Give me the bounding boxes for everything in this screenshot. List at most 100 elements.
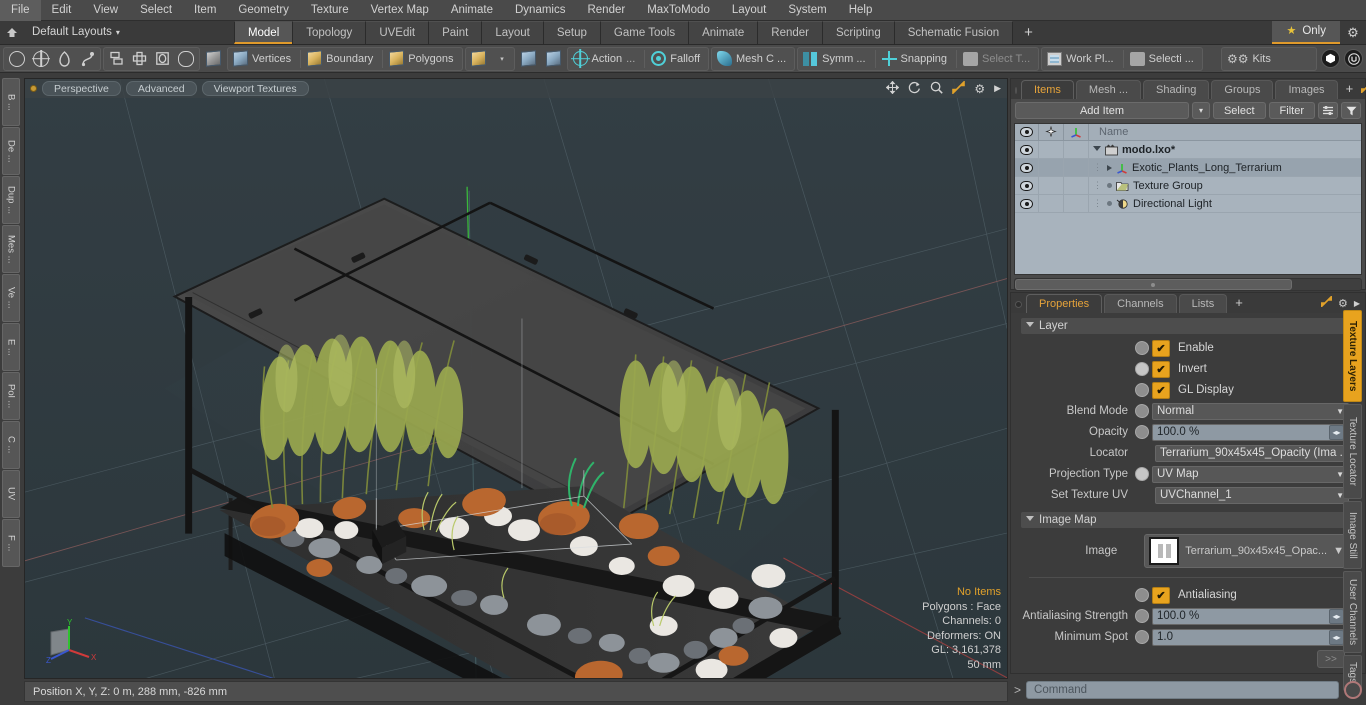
vertices-button[interactable]: Vertices xyxy=(229,48,298,70)
row-name-cell[interactable]: ⋮ Directional Light xyxy=(1089,198,1361,210)
funnel-icon[interactable] xyxy=(1341,102,1361,119)
kits-group[interactable]: ⚙⚙ Kits xyxy=(1221,46,1317,71)
layout-selector[interactable]: Default Layouts ▾ xyxy=(24,21,134,44)
table-row[interactable]: ⋮ Exotic_Plants_Long_Terrarium xyxy=(1015,158,1361,177)
projection-type-dropdown[interactable]: UV Map ▼ xyxy=(1152,465,1349,483)
gear-icon[interactable]: ⚙ xyxy=(1340,21,1366,44)
filter-button[interactable]: Filter xyxy=(1268,102,1315,119)
blend-mode-dropdown[interactable]: Normal ▼ xyxy=(1152,402,1349,420)
work-plane-button[interactable]: Work Pl... xyxy=(1043,48,1120,70)
tab-game-tools[interactable]: Game Tools xyxy=(599,21,690,44)
tab-shading[interactable]: Shading xyxy=(1143,80,1210,99)
menu-item-render[interactable]: Render xyxy=(576,0,636,21)
left-tab-curve[interactable]: C ... xyxy=(2,421,20,469)
paint-cube-icon[interactable] xyxy=(517,48,540,70)
row-name-cell[interactable]: ⋮ Exotic_Plants_Long_Terrarium xyxy=(1089,162,1361,174)
menu-item-help[interactable]: Help xyxy=(838,0,884,21)
command-input[interactable]: Command xyxy=(1026,681,1339,699)
tab-channels[interactable]: Channels xyxy=(1104,294,1177,313)
properties-add-tab-button[interactable]: + xyxy=(1229,294,1249,313)
right-tab-image-still[interactable]: Image Still xyxy=(1343,501,1362,569)
row-lock-cell[interactable] xyxy=(1039,194,1064,213)
menu-item-maxtomodo[interactable]: MaxToModo xyxy=(636,0,721,21)
modo-badge-icon[interactable] xyxy=(1321,49,1340,68)
list-options-icon[interactable] xyxy=(1318,102,1338,119)
projection-type-animation-dot[interactable] xyxy=(1135,467,1149,481)
selection-set-button[interactable]: Selecti ... xyxy=(1126,48,1201,70)
right-tab-user-channels[interactable]: User Channels xyxy=(1343,571,1362,653)
tab-schematic-fusion[interactable]: Schematic Fusion xyxy=(893,21,1014,44)
gear-icon[interactable]: ⚙ xyxy=(1338,297,1348,310)
minimum-spot-stepper[interactable]: ◂▸ xyxy=(1329,629,1344,645)
viewport-status-dot[interactable] xyxy=(30,85,37,92)
items-add-tab-button[interactable]: + xyxy=(1340,80,1360,99)
curve-icon[interactable] xyxy=(76,48,99,70)
image-dropdown[interactable]: Terrarium_90x45x45_Opac... ▼ xyxy=(1144,534,1349,568)
align-icon[interactable] xyxy=(128,48,151,70)
tab-model[interactable]: Model xyxy=(233,21,294,44)
menu-item-dynamics[interactable]: Dynamics xyxy=(504,0,576,21)
antialiasing-animation-dot[interactable] xyxy=(1135,588,1149,602)
tab-images[interactable]: Images xyxy=(1275,80,1338,99)
viewport-perspective-button[interactable]: Perspective xyxy=(42,81,121,96)
minimum-spot-input[interactable]: 1.0 ◂▸ xyxy=(1152,628,1349,646)
stack-icon[interactable] xyxy=(105,48,128,70)
minimum-spot-animation-dot[interactable] xyxy=(1135,630,1149,644)
menu-item-vertex-map[interactable]: Vertex Map xyxy=(360,0,440,21)
left-tab-edge[interactable]: E ... xyxy=(2,323,20,371)
play-icon[interactable]: ▶ xyxy=(1354,299,1360,308)
menu-item-edit[interactable]: Edit xyxy=(41,0,83,21)
item-tree[interactable]: Name modo.lxo* ⋮ Exotic_Plants_Long_Terr… xyxy=(1014,123,1362,275)
row-lock-cell[interactable] xyxy=(1039,158,1064,177)
invert-checkbox[interactable]: ✔ xyxy=(1152,360,1170,378)
ellipse-icon[interactable] xyxy=(5,48,29,70)
row-transform-cell[interactable] xyxy=(1064,140,1089,159)
axis-gizmo[interactable]: Y X Z xyxy=(31,616,111,672)
locator-dropdown[interactable]: Terrarium_90x45x45_Opacity (Ima ... ▼ xyxy=(1155,444,1349,462)
opacity-animation-dot[interactable] xyxy=(1135,425,1149,439)
round-icon[interactable] xyxy=(174,48,198,70)
solid-cube-icon[interactable] xyxy=(202,48,225,70)
right-tab-texture-layers[interactable]: Texture Layers xyxy=(1343,310,1362,402)
menu-item-view[interactable]: View xyxy=(82,0,129,21)
row-visibility-toggle[interactable] xyxy=(1015,194,1039,213)
tab-paint[interactable]: Paint xyxy=(428,21,483,44)
select-through-button[interactable]: Select T... xyxy=(959,48,1037,70)
gear-icon[interactable]: ⚙ xyxy=(974,82,985,96)
row-name-cell[interactable]: ⋮ Texture Group xyxy=(1089,180,1361,192)
tab-uvedit[interactable]: UVEdit xyxy=(365,21,430,44)
table-row[interactable]: ⋮ Directional Light xyxy=(1015,194,1361,213)
add-item-button[interactable]: Add Item xyxy=(1015,102,1189,119)
invert-animation-dot[interactable] xyxy=(1135,362,1149,376)
tab-mesh[interactable]: Mesh ... xyxy=(1075,80,1142,99)
add-tab-button[interactable]: + xyxy=(1012,21,1045,44)
menu-item-file[interactable]: File xyxy=(0,0,41,21)
globe-icon[interactable] xyxy=(29,48,53,70)
row-lock-cell[interactable] xyxy=(1039,140,1064,159)
antialiasing-strength-stepper[interactable]: ◂▸ xyxy=(1329,608,1344,624)
left-tab-duplicate[interactable]: Dup ... xyxy=(2,176,20,224)
play-icon[interactable]: ▶ xyxy=(994,83,1001,94)
expand-icon[interactable] xyxy=(1320,294,1333,310)
symmetry-button[interactable]: Symm ... xyxy=(799,48,872,70)
right-tab-texture-locator[interactable]: Texture Locator xyxy=(1343,404,1362,499)
row-transform-cell[interactable] xyxy=(1064,176,1089,195)
pen-icon[interactable] xyxy=(53,48,76,70)
action-center-button[interactable]: Action ... xyxy=(569,48,643,70)
tab-render[interactable]: Render xyxy=(757,21,823,44)
kits-button[interactable]: ⚙⚙ Kits xyxy=(1223,48,1278,70)
menu-item-layout[interactable]: Layout xyxy=(721,0,778,21)
tab-animate[interactable]: Animate xyxy=(688,21,759,44)
section-header-layer[interactable]: Layer xyxy=(1021,318,1347,334)
antialiasing-checkbox[interactable]: ✔ xyxy=(1152,586,1170,604)
center-icon[interactable] xyxy=(151,48,174,70)
enable-checkbox[interactable]: ✔ xyxy=(1152,339,1170,357)
tab-groups[interactable]: Groups xyxy=(1211,80,1274,99)
section-header-image-map[interactable]: Image Map xyxy=(1021,512,1347,528)
zoom-icon[interactable] xyxy=(930,81,944,97)
blend-mode-animation-dot[interactable] xyxy=(1135,404,1149,418)
gl-display-animation-dot[interactable] xyxy=(1135,383,1149,397)
antialiasing-strength-animation-dot[interactable] xyxy=(1135,609,1149,623)
viewport-advanced-button[interactable]: Advanced xyxy=(125,81,197,96)
paint-cube-alt-icon[interactable] xyxy=(542,48,565,70)
